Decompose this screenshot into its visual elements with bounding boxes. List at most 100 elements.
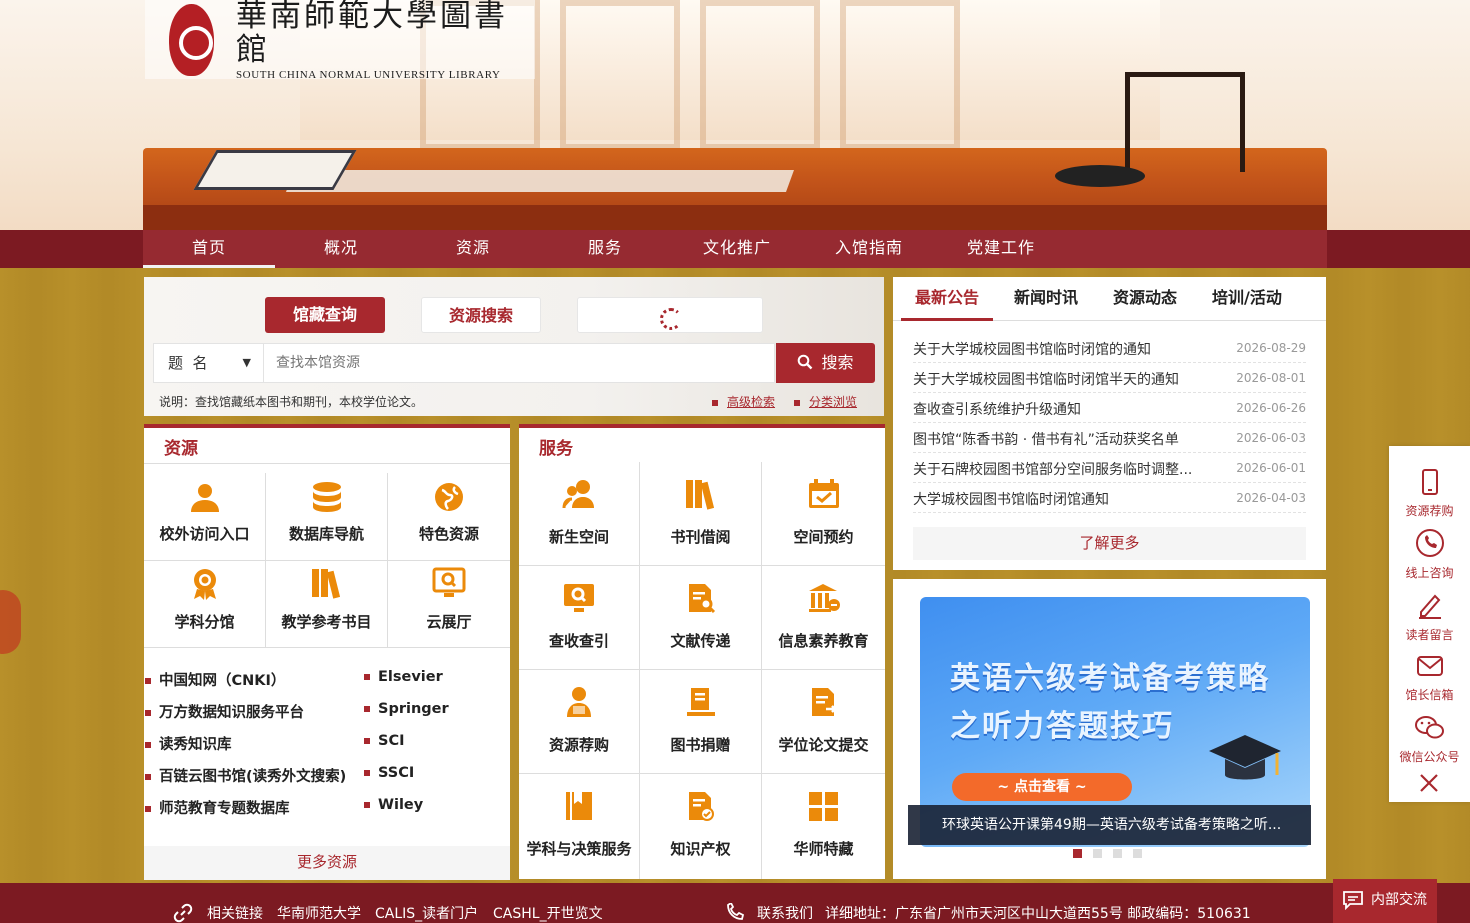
internal-chat-button[interactable]: 内部交流 bbox=[1333, 879, 1437, 923]
nav-item-resources[interactable]: 资源 bbox=[407, 230, 539, 268]
footer: 相关链接 华南师范大学 CALIS_读者门户 CASHL_开世览文 联系我们 详… bbox=[0, 883, 1470, 923]
tab-news[interactable]: 新闻时讯 bbox=[1014, 277, 1078, 321]
tile-space-reservation[interactable]: 空间预约 bbox=[762, 462, 885, 566]
footer-link-calis[interactable]: CALIS_读者门户 bbox=[375, 903, 478, 923]
logo-title-cn: 華南師範大學圖書館 bbox=[235, 0, 508, 68]
tile-cloud-exhibition[interactable]: 云展厅 bbox=[388, 561, 510, 648]
tile-thesis-submission[interactable]: 学位论文提交 bbox=[762, 670, 885, 774]
floating-sidebar: 资源荐购 线上咨询 读者留言 馆长信箱 微信公众号 bbox=[1389, 446, 1470, 802]
tab-resource-search[interactable]: 资源搜索 bbox=[421, 297, 541, 333]
link-icon bbox=[173, 903, 193, 923]
sidebar-item-resource-recommend[interactable]: 资源荐购 bbox=[1389, 468, 1470, 519]
db-link[interactable]: SSCI bbox=[378, 765, 414, 781]
db-link[interactable]: Wiley bbox=[378, 797, 423, 813]
advanced-search-link[interactable]: 高级检索 bbox=[712, 393, 775, 410]
logo-seal-icon bbox=[169, 3, 214, 76]
globe-icon bbox=[435, 483, 463, 511]
category-browse-link[interactable]: 分类浏览 bbox=[794, 393, 857, 410]
tab-loading[interactable] bbox=[577, 297, 763, 333]
news-item[interactable]: 大学城校园图书馆临时闭馆通知 2026-04-03 bbox=[913, 483, 1306, 513]
close-icon[interactable] bbox=[1418, 772, 1440, 794]
db-link[interactable]: 师范教育专题数据库 bbox=[159, 797, 290, 818]
news-item[interactable]: 关于大学城校园图书馆临时闭馆半天的通知 2026-08-01 bbox=[913, 363, 1306, 393]
tile-label: 图书捐赠 bbox=[670, 736, 731, 754]
nav-item-home[interactable]: 首页 bbox=[143, 230, 275, 268]
more-news-button[interactable]: 了解更多 bbox=[913, 527, 1306, 560]
tile-resource-recommend[interactable]: 资源荐购 bbox=[519, 670, 640, 774]
tile-subject-decision-service[interactable]: 学科与决策服务 bbox=[519, 774, 640, 879]
tab-catalog-search[interactable]: 馆藏查询 bbox=[265, 297, 385, 333]
nav-item-party[interactable]: 党建工作 bbox=[935, 230, 1067, 268]
sidebar-item-director-mailbox[interactable]: 馆长信箱 bbox=[1389, 652, 1470, 703]
news-item[interactable]: 关于大学城校园图书馆临时闭馆的通知 2026-08-29 bbox=[913, 333, 1306, 363]
db-link[interactable]: SCI bbox=[378, 733, 404, 749]
tile-citation-search[interactable]: 查收查引 bbox=[519, 566, 640, 670]
document-check-icon bbox=[688, 792, 714, 821]
tile-offcampus-access[interactable]: 校外访问入口 bbox=[144, 473, 266, 561]
news-date: 2026-06-26 bbox=[1236, 401, 1306, 415]
tile-teaching-reference[interactable]: 教学参考书目 bbox=[266, 561, 388, 648]
nav-item-guide[interactable]: 入馆指南 bbox=[803, 230, 935, 268]
tile-subject-branch[interactable]: 学科分馆 bbox=[144, 561, 266, 648]
sidebar-item-wechat[interactable]: 微信公众号 bbox=[1389, 714, 1470, 765]
news-item[interactable]: 查收查引系统维护升级通知 2026-06-26 bbox=[913, 393, 1306, 423]
sidebar-item-online-consult[interactable]: 线上咨询 bbox=[1389, 528, 1470, 581]
db-link[interactable]: 中国知网（CNKI） bbox=[159, 669, 285, 690]
footer-contact-label: 联系我们 bbox=[757, 906, 813, 922]
tile-database-nav[interactable]: 数据库导航 bbox=[266, 473, 388, 561]
db-link[interactable]: Springer bbox=[378, 701, 449, 717]
carousel-dot[interactable] bbox=[1073, 849, 1082, 858]
sidebar-item-label: 馆长信箱 bbox=[1405, 688, 1454, 702]
more-resources-button[interactable]: 更多资源 bbox=[144, 846, 510, 880]
tile-special-collection[interactable]: 华师特藏 bbox=[762, 774, 885, 879]
carousel-caption[interactable]: 环球英语公开课第49期—英语六级考试备考策略之听... bbox=[908, 805, 1311, 845]
news-title: 图书馆“陈香书韵 · 借书有礼”活动获奖名单 bbox=[913, 432, 1179, 448]
sidebar-item-label: 微信公众号 bbox=[1399, 750, 1460, 764]
news-item[interactable]: 关于石牌校园图书馆部分空间服务临时调整... 2026-06-01 bbox=[913, 453, 1306, 483]
nav-item-services[interactable]: 服务 bbox=[539, 230, 671, 268]
tab-resource-updates[interactable]: 资源动态 bbox=[1113, 277, 1177, 321]
institution-icon bbox=[808, 584, 840, 612]
tile-label: 空间预约 bbox=[793, 528, 854, 546]
site-logo[interactable]: 華南師範大學圖書館 SOUTH CHINA NORMAL UNIVERSITY … bbox=[145, 0, 535, 81]
tab-latest-notice[interactable]: 最新公告 bbox=[901, 277, 994, 321]
tile-intellectual-property[interactable]: 知识产权 bbox=[640, 774, 762, 879]
database-icon bbox=[312, 482, 341, 512]
tile-label: 数据库导航 bbox=[288, 525, 364, 543]
sidebar-item-reader-message[interactable]: 读者留言 bbox=[1389, 590, 1470, 643]
logo-title-en: SOUTH CHINA NORMAL UNIVERSITY LIBRARY bbox=[235, 68, 501, 81]
search-field-select[interactable]: 题 名 ▼ bbox=[154, 344, 264, 382]
sidebar-item-label: 资源荐购 bbox=[1405, 504, 1454, 518]
news-title: 查收查引系统维护升级通知 bbox=[913, 402, 1081, 418]
carousel-dot[interactable] bbox=[1113, 849, 1122, 858]
banner-cta-button[interactable]: ~ 点击查看 ~ bbox=[952, 773, 1132, 801]
tile-book-donation[interactable]: 图书捐赠 bbox=[640, 670, 762, 774]
nav-item-overview[interactable]: 概况 bbox=[275, 230, 407, 268]
carousel-dot[interactable] bbox=[1133, 849, 1142, 858]
nav-item-culture[interactable]: 文化推广 bbox=[671, 230, 803, 268]
sidebar-item-label: 读者留言 bbox=[1405, 628, 1454, 642]
footer-links-label: 相关链接 bbox=[207, 906, 263, 922]
hero-window-pane bbox=[840, 0, 960, 150]
db-link[interactable]: Elsevier bbox=[378, 669, 443, 685]
search-button[interactable]: 搜索 bbox=[776, 343, 875, 383]
db-link[interactable]: 读秀知识库 bbox=[159, 733, 232, 754]
tile-freshman-space[interactable]: 新生空间 bbox=[519, 462, 640, 566]
footer-link-cashl[interactable]: CASHL_开世览文 bbox=[493, 903, 603, 923]
wechat-icon bbox=[1414, 716, 1444, 739]
book-donate-icon bbox=[686, 688, 715, 716]
db-link[interactable]: 万方数据知识服务平台 bbox=[159, 701, 304, 722]
services-panel: 服务 新生空间 书刊借阅 空间预约 查收查引 文献传递 信息素养教育 资源荐购 … bbox=[519, 424, 885, 879]
tile-information-literacy[interactable]: 信息素养教育 bbox=[762, 566, 885, 670]
db-link[interactable]: 百链云图书馆(读秀外文搜索) bbox=[159, 765, 346, 786]
grid-icon bbox=[808, 792, 838, 821]
tab-training-activities[interactable]: 培训/活动 bbox=[1212, 277, 1282, 321]
footer-link-scnu[interactable]: 华南师范大学 bbox=[277, 903, 361, 923]
news-item[interactable]: 图书馆“陈香书韵 · 借书有礼”活动获奖名单 2026-06-03 bbox=[913, 423, 1306, 453]
carousel-dot[interactable] bbox=[1093, 849, 1102, 858]
user-icon bbox=[190, 484, 219, 512]
tile-book-borrowing[interactable]: 书刊借阅 bbox=[640, 462, 762, 566]
tile-special-resources[interactable]: 特色资源 bbox=[388, 473, 510, 561]
search-input[interactable] bbox=[264, 344, 774, 382]
tile-document-delivery[interactable]: 文献传递 bbox=[640, 566, 762, 670]
